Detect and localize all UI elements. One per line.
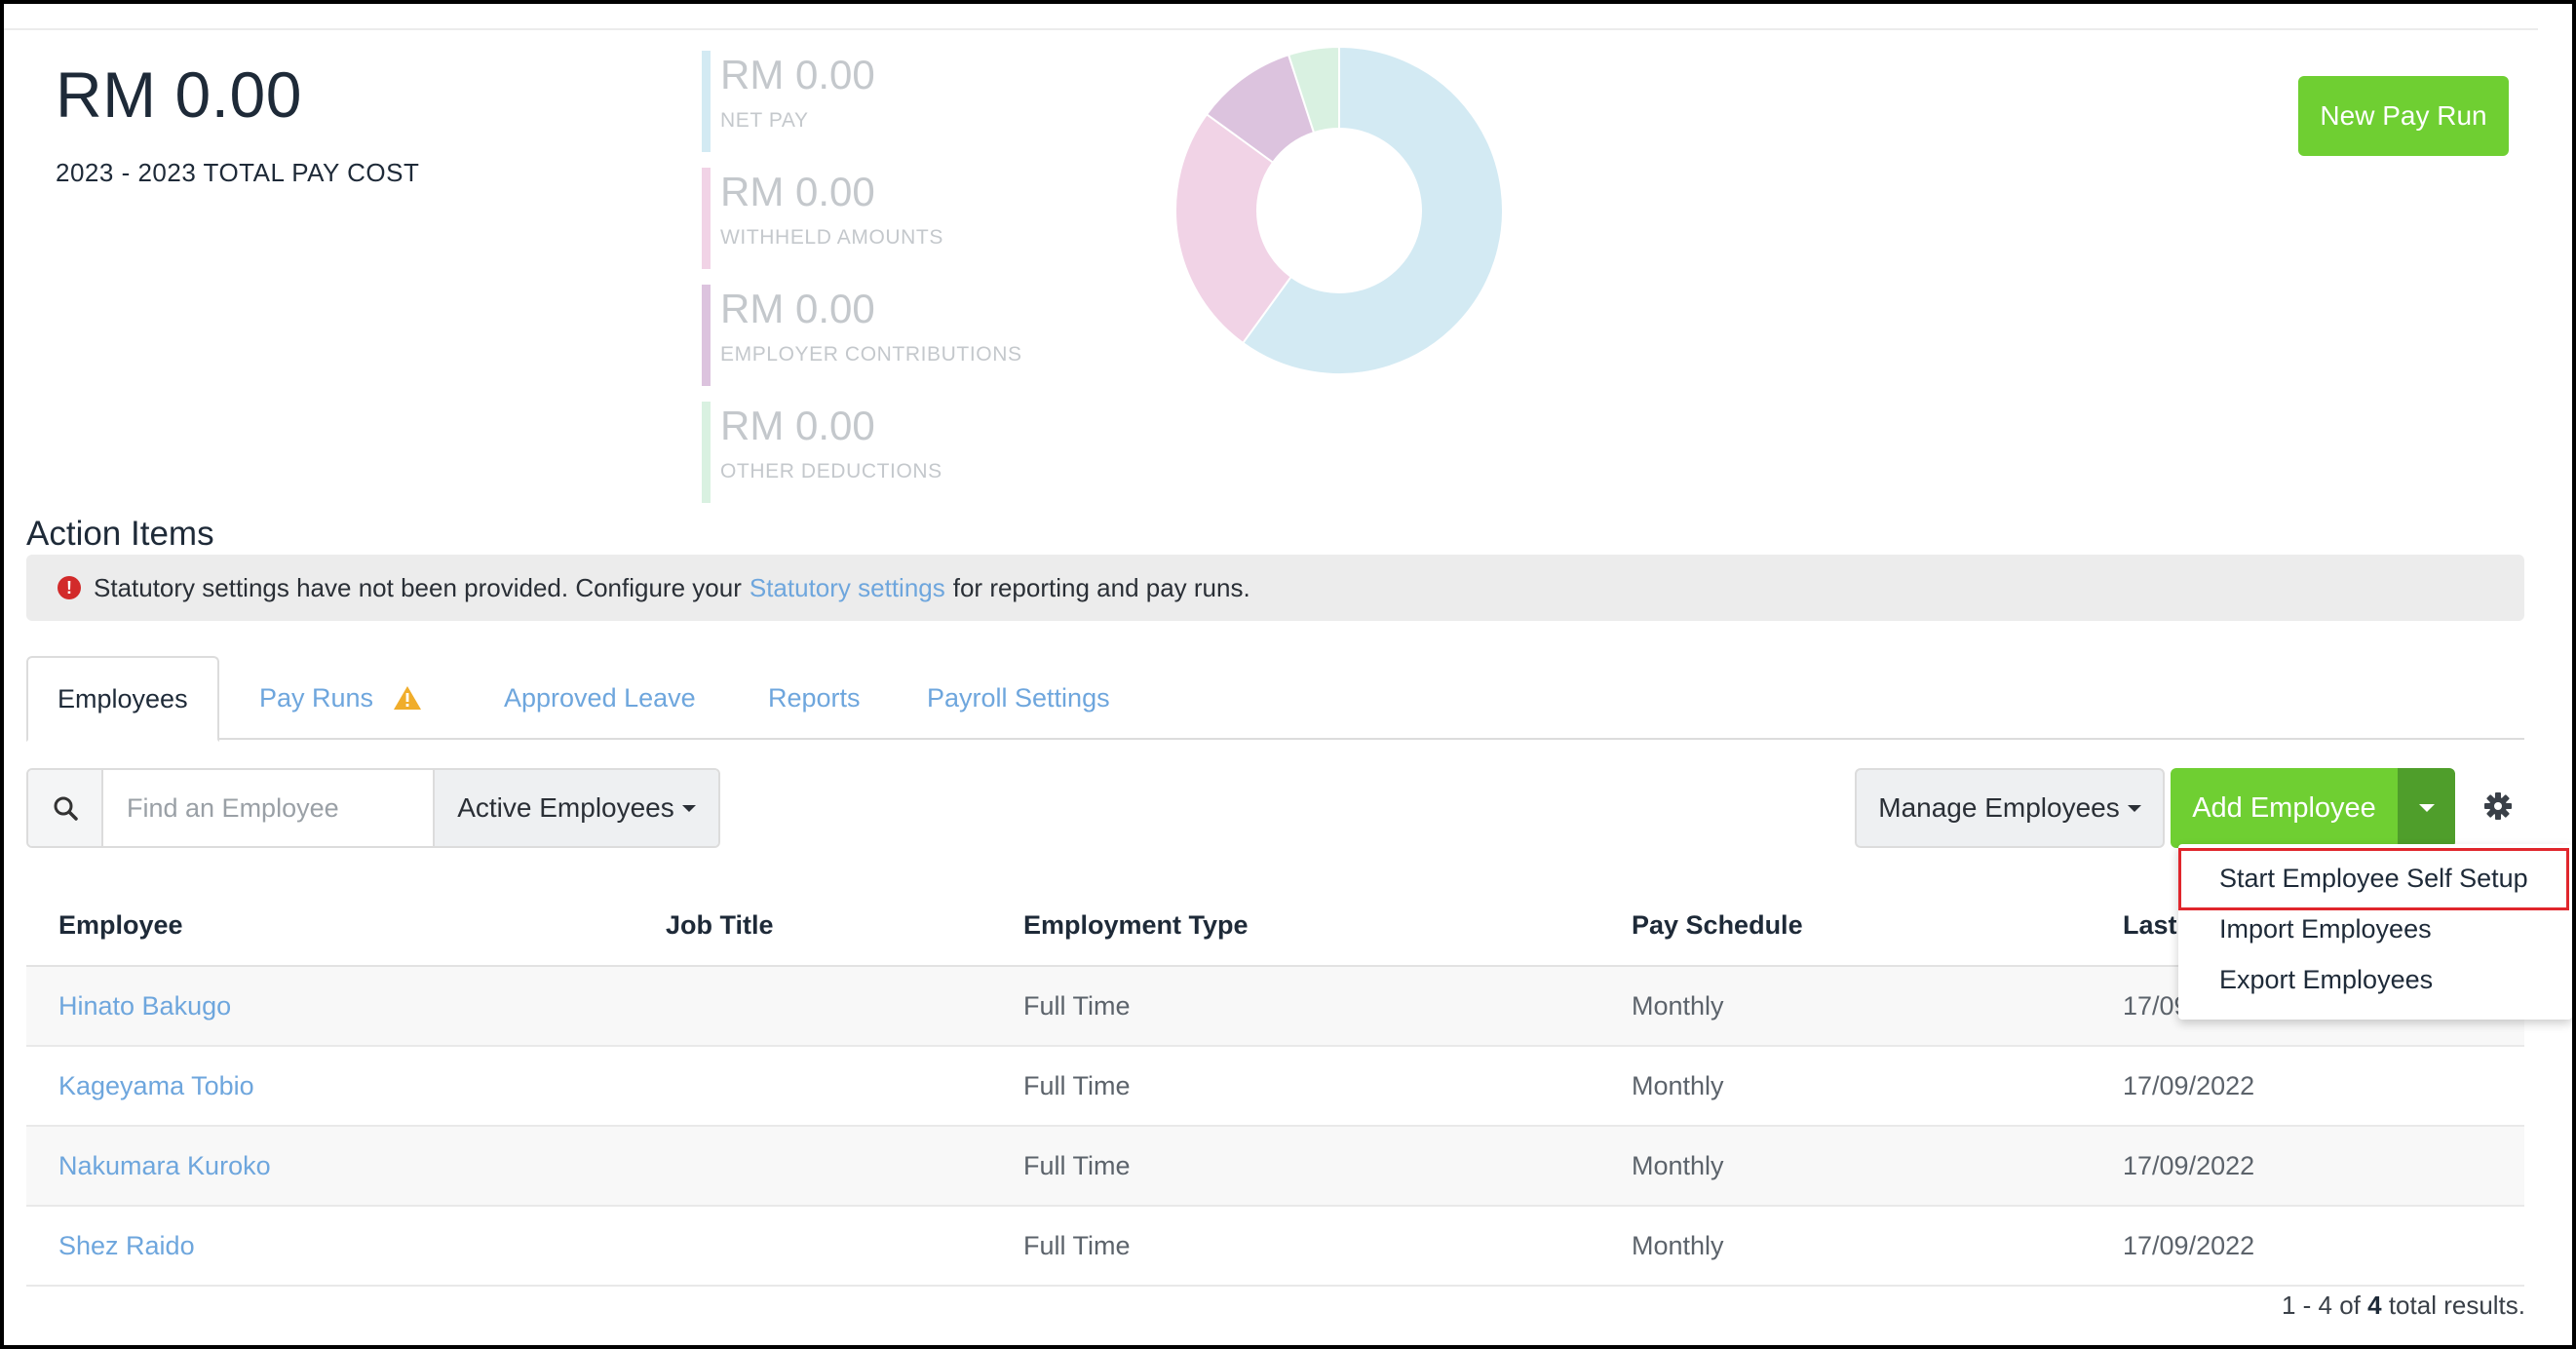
last-pay-cell: 17/09/2022 xyxy=(2123,1231,2255,1260)
column-header-job-title[interactable]: Job Title xyxy=(666,910,774,941)
stat-label: EMPLOYER CONTRIBUTIONS xyxy=(720,343,1022,366)
table-row: Nakumara Kuroko Full Time Monthly 17/09/… xyxy=(26,1127,2524,1207)
stat-withheld-amounts: RM 0.00 WITHHELD AMOUNTS xyxy=(702,168,1053,269)
add-employee-dropdown-toggle[interactable] xyxy=(2398,768,2455,848)
search-icon xyxy=(54,796,78,821)
tab-label: Pay Runs xyxy=(259,682,374,713)
stat-label: NET PAY xyxy=(720,109,809,132)
pay-schedule-cell: Monthly xyxy=(1632,991,1724,1021)
search-button[interactable] xyxy=(28,770,103,846)
menu-item-start-employee-self-setup[interactable]: Start Employee Self Setup xyxy=(2219,864,2528,894)
manage-label: Manage Employees xyxy=(1878,792,2120,823)
last-pay-cell: 17/09/2022 xyxy=(2123,1071,2255,1100)
total-pay-cost-amount: RM 0.00 xyxy=(56,58,302,131)
pay-schedule-cell: Monthly xyxy=(1632,1071,1724,1100)
column-header-pay-schedule[interactable]: Pay Schedule xyxy=(1632,910,1803,941)
column-header-employment-type[interactable]: Employment Type xyxy=(1023,910,1249,941)
stat-color-bar xyxy=(702,51,711,152)
stat-label: WITHHELD AMOUNTS xyxy=(720,226,943,249)
add-employee-dropdown-menu: Start Employee Self Setup Import Employe… xyxy=(2178,844,2572,1020)
tab-reports[interactable]: Reports xyxy=(768,656,861,740)
employment-type-cell: Full Time xyxy=(1023,1071,1131,1100)
add-employee-button[interactable]: Add Employee xyxy=(2171,768,2398,848)
stat-color-bar xyxy=(702,168,711,269)
stat-net-pay: RM 0.00 NET PAY xyxy=(702,51,1053,152)
gear-icon[interactable] xyxy=(2481,790,2515,823)
filter-label: Active Employees xyxy=(457,792,674,823)
results-range: 1 - 4 of xyxy=(2281,1291,2361,1320)
table-row: Shez Raido Full Time Monthly 17/09/2022 xyxy=(26,1207,2524,1287)
pay-schedule-cell: Monthly xyxy=(1632,1151,1724,1180)
tab-label: Approved Leave xyxy=(504,682,696,713)
employee-name-link[interactable]: Shez Raido xyxy=(58,1231,195,1261)
warning-icon xyxy=(394,686,422,710)
employee-search-group: Active Employees xyxy=(26,768,720,848)
table-row: Hinato Bakugo Full Time Monthly 17/09 xyxy=(26,967,2524,1047)
employee-name-link[interactable]: Kageyama Tobio xyxy=(58,1071,254,1101)
caret-down-icon xyxy=(2127,804,2141,812)
tab-bar: Employees Pay Runs Approved Leave Report… xyxy=(26,656,2524,742)
statutory-settings-link[interactable]: Statutory settings xyxy=(750,573,945,603)
payroll-dashboard: RM 0.00 2023 - 2023 TOTAL PAY COST RM 0.… xyxy=(4,4,2572,1345)
top-divider xyxy=(4,28,2538,30)
stat-color-bar xyxy=(702,402,711,503)
table-header: Employee Job Title Employment Type Pay S… xyxy=(26,889,2524,967)
employment-type-cell: Full Time xyxy=(1023,1231,1131,1260)
stat-amount: RM 0.00 xyxy=(720,52,875,97)
stat-label: OTHER DEDUCTIONS xyxy=(720,460,942,482)
tab-approved-leave[interactable]: Approved Leave xyxy=(504,656,696,740)
stat-other-deductions: RM 0.00 OTHER DEDUCTIONS xyxy=(702,402,1053,503)
results-count: 1 - 4 of 4 total results. xyxy=(2282,1291,2525,1321)
stat-employer-contributions: RM 0.00 EMPLOYER CONTRIBUTIONS xyxy=(702,285,1053,386)
employee-status-filter-dropdown[interactable]: Active Employees xyxy=(433,770,718,846)
caret-down-icon xyxy=(2418,804,2435,812)
tab-employees[interactable]: Employees xyxy=(26,656,219,742)
menu-item-export-employees[interactable]: Export Employees xyxy=(2219,965,2433,995)
employment-type-cell: Full Time xyxy=(1023,1151,1131,1180)
caret-down-icon xyxy=(681,804,696,812)
employment-type-cell: Full Time xyxy=(1023,991,1131,1021)
tab-label: Employees xyxy=(58,683,188,713)
stat-color-bar xyxy=(702,285,711,386)
new-pay-run-button[interactable]: New Pay Run xyxy=(2298,76,2509,156)
stat-amount: RM 0.00 xyxy=(720,286,875,331)
tab-payroll-settings[interactable]: Payroll Settings xyxy=(927,656,1110,740)
last-pay-cell: 17/09/2022 xyxy=(2123,1151,2255,1180)
manage-employees-dropdown[interactable]: Manage Employees xyxy=(1855,768,2165,848)
stat-amount: RM 0.00 xyxy=(720,169,875,214)
table-row: Kageyama Tobio Full Time Monthly 17/09/2… xyxy=(26,1047,2524,1127)
results-suffix: total results. xyxy=(2388,1291,2525,1320)
stat-amount: RM 0.00 xyxy=(720,403,875,448)
results-total: 4 xyxy=(2367,1291,2382,1320)
tab-pay-runs[interactable]: Pay Runs xyxy=(259,656,422,740)
action-items-title: Action Items xyxy=(26,515,214,553)
alert-text-suffix: for reporting and pay runs. xyxy=(952,572,1250,602)
column-header-last-pay[interactable]: Last xyxy=(2123,910,2177,941)
column-header-employee[interactable]: Employee xyxy=(58,910,183,941)
tab-label: Reports xyxy=(768,682,861,713)
tab-label: Payroll Settings xyxy=(927,682,1110,713)
employee-search-input[interactable] xyxy=(103,770,433,846)
employee-name-link[interactable]: Nakumara Kuroko xyxy=(58,1151,271,1181)
statutory-alert: ! Statutory settings have not been provi… xyxy=(26,555,2524,621)
pay-schedule-cell: Monthly xyxy=(1632,1231,1724,1260)
menu-item-import-employees[interactable]: Import Employees xyxy=(2219,914,2432,944)
total-pay-cost-label: 2023 - 2023 TOTAL PAY COST xyxy=(56,158,420,187)
employee-name-link[interactable]: Hinato Bakugo xyxy=(58,991,231,1021)
exclamation-icon: ! xyxy=(58,576,81,599)
pay-cost-donut-chart xyxy=(1174,45,1504,375)
alert-text-prefix: Statutory settings have not been provide… xyxy=(94,572,742,602)
